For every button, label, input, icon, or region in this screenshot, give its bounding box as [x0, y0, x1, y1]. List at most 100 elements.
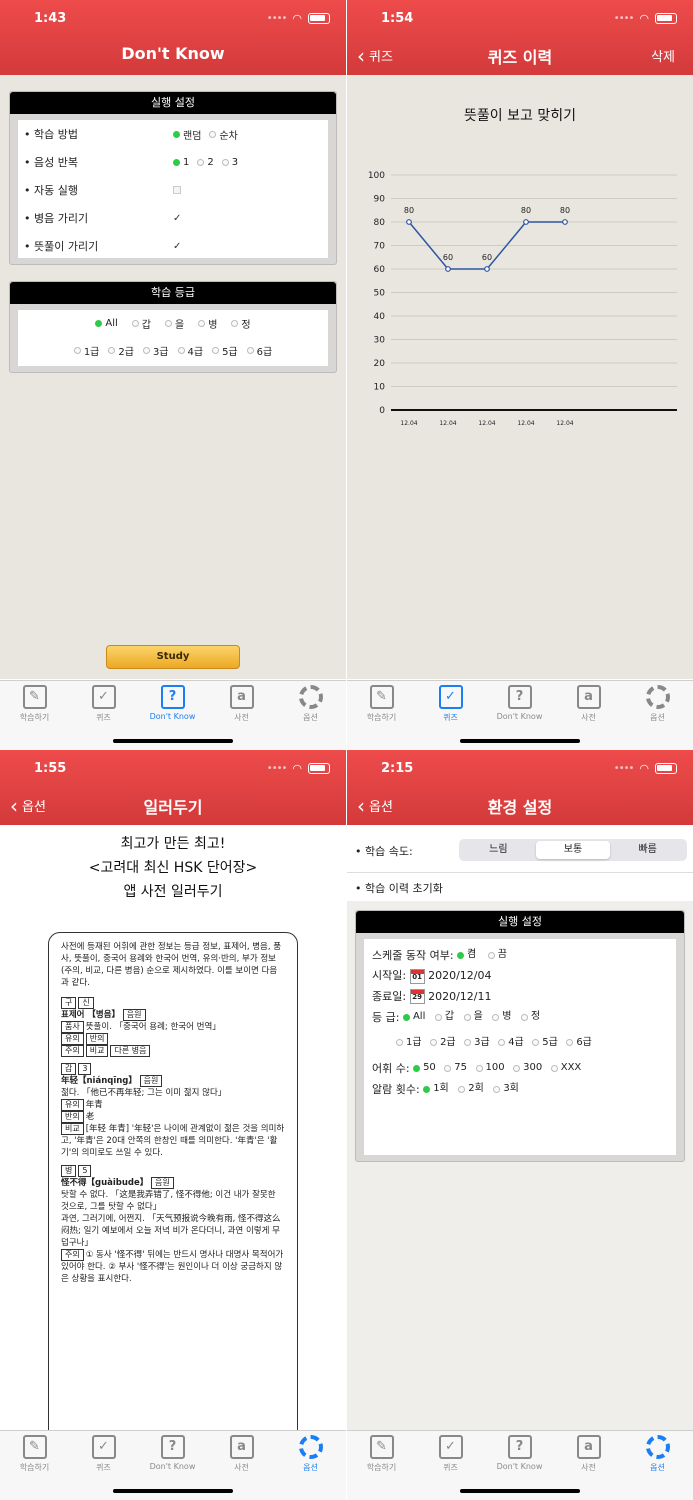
- grade-4[interactable]: 4급: [177, 343, 203, 358]
- tab-quiz[interactable]: ✓ 퀴즈: [416, 1435, 485, 1473]
- grade-eul[interactable]: 을: [165, 316, 184, 331]
- tab-options[interactable]: 옵션: [623, 1435, 692, 1473]
- calendar-icon[interactable]: 29: [409, 989, 425, 1005]
- entry-head: 怪不得【guàibude】: [61, 1178, 149, 1188]
- tab-dictionary[interactable]: a 사전: [554, 1435, 623, 1473]
- radio-3[interactable]: 3: [221, 157, 238, 168]
- radio-dot-icon: [498, 1039, 506, 1047]
- grade-1[interactable]: 1급: [73, 343, 99, 358]
- radio-dot-icon: [434, 1014, 442, 1021]
- tab-dont-know[interactable]: ? Don't Know: [485, 685, 554, 721]
- speed-fast[interactable]: 빠름: [610, 841, 685, 859]
- radio-1[interactable]: 1: [173, 157, 189, 168]
- grade-1[interactable]: 1급: [396, 1033, 422, 1054]
- grade-3[interactable]: 3급: [464, 1033, 490, 1054]
- radio-dot-icon: [475, 1064, 483, 1072]
- heading-line: <고려대 최신 HSK 단어장>: [88, 860, 258, 876]
- grade-box: 갑: [61, 1063, 77, 1075]
- radio-label: 75: [454, 1061, 468, 1073]
- tag-box: 주의: [61, 1045, 84, 1057]
- tab-quiz[interactable]: ✓ 퀴즈: [69, 685, 138, 723]
- grade-jeong[interactable]: 정: [231, 316, 251, 331]
- audio-tag[interactable]: 음원: [150, 1177, 174, 1189]
- alarm-1[interactable]: 1회: [423, 1079, 449, 1100]
- study-button[interactable]: Study: [106, 645, 240, 669]
- alarm-2[interactable]: 2회: [458, 1079, 484, 1100]
- radio-sequential[interactable]: 순차: [209, 127, 238, 142]
- grade-2[interactable]: 2급: [430, 1033, 456, 1054]
- radio-dot-icon: [209, 130, 217, 138]
- tab-study[interactable]: ✎ 학습하기: [0, 685, 69, 723]
- speed-normal[interactable]: 보통: [535, 841, 611, 859]
- grade-byeong[interactable]: 병: [198, 316, 217, 331]
- settings-content: • 학습 속도: 느림 보통 빠름 • 학습 이력 초기화 실행 설정 스케줄 …: [347, 825, 693, 1430]
- grade-gap[interactable]: 갑: [131, 316, 151, 331]
- grade-3[interactable]: 3급: [142, 343, 169, 358]
- vocab-100[interactable]: 100: [475, 1058, 505, 1079]
- status-icons: •••• ◠: [267, 762, 330, 775]
- calendar-icon[interactable]: 01: [409, 968, 425, 984]
- tab-quiz[interactable]: ✓ 퀴즈: [416, 685, 485, 723]
- grade-4[interactable]: 4급: [498, 1033, 524, 1054]
- radio-label: 끔: [497, 949, 507, 960]
- vocab-75[interactable]: 75: [444, 1058, 467, 1079]
- y-tick-label: 70: [374, 242, 386, 252]
- row-label: • 뜻풀이 가리기: [24, 240, 99, 253]
- schedule-on[interactable]: 켬: [457, 945, 476, 966]
- vocab-300[interactable]: 300: [513, 1058, 542, 1079]
- end-date-value[interactable]: 2020/12/11: [428, 990, 491, 1003]
- tab-options[interactable]: 옵션: [276, 685, 345, 723]
- radio-label: XXX: [560, 1061, 582, 1073]
- tab-dont-know[interactable]: ? Don't Know: [138, 1435, 207, 1471]
- tab-dictionary[interactable]: a 사전: [554, 685, 623, 723]
- audio-tag[interactable]: 음원: [139, 1075, 163, 1087]
- radio-2[interactable]: 2: [197, 157, 214, 168]
- grade-6[interactable]: 6급: [566, 1033, 592, 1054]
- speed-segmented-control[interactable]: 느림 보통 빠름: [459, 839, 687, 861]
- grade-2[interactable]: 2급: [108, 343, 134, 358]
- tab-dictionary[interactable]: a 사전: [207, 685, 276, 723]
- row-label: • 자동 실행: [24, 184, 78, 197]
- radio-dot-icon: [108, 347, 116, 354]
- radio-random[interactable]: 랜덤: [173, 127, 201, 142]
- alarm-3[interactable]: 3회: [493, 1079, 519, 1100]
- hide-pinyin-checkbox[interactable]: ✓: [173, 213, 181, 224]
- grade-gap[interactable]: 갑: [434, 1007, 454, 1028]
- radio-dot-icon: [487, 951, 495, 959]
- schedule-off[interactable]: 끔: [487, 945, 507, 966]
- tab-study[interactable]: ✎ 학습하기: [0, 1435, 69, 1473]
- tab-study[interactable]: ✎ 학습하기: [347, 1435, 416, 1473]
- radio-dot-icon: [142, 347, 150, 354]
- reset-history-row[interactable]: • 학습 이력 초기화: [347, 873, 693, 901]
- delete-button[interactable]: 삭제: [651, 46, 675, 65]
- vocab-50[interactable]: 50: [413, 1058, 436, 1079]
- grade-all[interactable]: All: [402, 1007, 425, 1028]
- hide-meaning-checkbox[interactable]: ✓: [173, 241, 181, 252]
- grade-5[interactable]: 5급: [532, 1033, 558, 1054]
- tab-quiz[interactable]: ✓ 퀴즈: [69, 1435, 138, 1473]
- wifi-icon: ◠: [639, 762, 649, 775]
- tab-options[interactable]: 옵션: [623, 685, 692, 723]
- tab-dont-know[interactable]: ? Don't Know: [138, 685, 207, 721]
- tab-study[interactable]: ✎ 학습하기: [347, 685, 416, 723]
- tab-options[interactable]: 옵션: [276, 1435, 345, 1473]
- grade-6[interactable]: 6급: [246, 343, 272, 358]
- tab-dont-know[interactable]: ? Don't Know: [485, 1435, 554, 1471]
- question-icon: ?: [160, 1435, 185, 1459]
- vocab-xxx[interactable]: XXX: [550, 1058, 582, 1079]
- speed-slow[interactable]: 느림: [461, 841, 536, 859]
- auto-run-checkbox[interactable]: [173, 186, 181, 194]
- grade-5[interactable]: 5급: [212, 343, 238, 358]
- tab-label: 옵션: [650, 1463, 665, 1472]
- grade-byeong[interactable]: 병: [492, 1007, 511, 1028]
- tab-dictionary[interactable]: a 사전: [207, 1435, 276, 1473]
- audio-tag[interactable]: 음원: [122, 1009, 146, 1021]
- grade-all[interactable]: All: [95, 316, 118, 331]
- grade-jeong[interactable]: 정: [520, 1007, 540, 1028]
- gear-icon: [645, 685, 670, 709]
- grade-box: 3: [78, 1063, 92, 1075]
- radio-label: 1회: [433, 1083, 449, 1094]
- speed-row: • 학습 속도: 느림 보통 빠름: [347, 825, 693, 873]
- start-date-value[interactable]: 2020/12/04: [428, 969, 491, 982]
- grade-eul[interactable]: 을: [463, 1007, 483, 1028]
